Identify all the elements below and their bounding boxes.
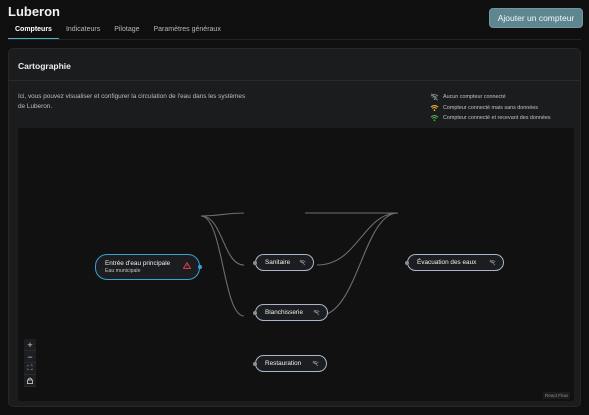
node-restauration[interactable]: Restauration (253, 355, 327, 372)
flow-canvas[interactable]: Entrée d'eau principale Eau municipale S… (18, 128, 574, 401)
lock-button[interactable] (24, 375, 36, 387)
legend-item-no-meter: Aucun compteur connecté (430, 92, 551, 103)
node-input-handle[interactable] (405, 261, 409, 265)
lock-icon (27, 377, 33, 384)
tab-bar: Compteurs Indicateurs Pilotage Paramètre… (8, 24, 228, 39)
tab-compteurs[interactable]: Compteurs (8, 24, 59, 39)
node-blanchisserie[interactable]: Blanchisserie (253, 304, 328, 321)
fit-view-button[interactable]: ⛶ (24, 363, 36, 375)
wifi-off-icon (299, 259, 306, 266)
wifi-off-icon (430, 93, 439, 101)
edge-blanchisserie-evacuation (316, 212, 399, 266)
tab-pilotage[interactable]: Pilotage (107, 24, 146, 39)
card-divider (9, 80, 580, 81)
tab-parametres-generaux[interactable]: Paramètres généraux (147, 24, 228, 39)
edge-main-blanchisserie (200, 215, 245, 266)
node-label: Sanitaire (265, 259, 291, 266)
legend-label: Compteur connecté mais sans données (443, 104, 538, 111)
cartographie-card: Cartographie Ici, vous pouvez visualiser… (8, 48, 581, 407)
warning-triangle-icon (183, 262, 191, 269)
legend-item-no-data: Compteur connecté mais sans données (430, 103, 551, 114)
flow-controls: + − ⛶ (24, 339, 36, 387)
zoom-in-button[interactable]: + (24, 339, 36, 351)
wifi-off-icon (489, 259, 496, 266)
legend-label: Compteur connecté et recevant des donnée… (443, 115, 551, 122)
edge-main-restauration (200, 215, 245, 317)
node-label: Entrée d'eau principale (105, 260, 171, 267)
app-title: Luberon (8, 4, 60, 19)
legend-item-receiving: Compteur connecté et recevant des donnée… (430, 113, 551, 124)
node-sanitaire[interactable]: Sanitaire (253, 254, 314, 271)
react-flow-attribution[interactable]: React Flow (543, 392, 570, 399)
wifi-warning-icon (430, 104, 439, 111)
card-description: Ici, vous pouvez visualiser et configure… (18, 93, 246, 110)
node-input-handle[interactable] (253, 311, 257, 315)
node-label: Blanchisserie (265, 309, 304, 316)
legend: Aucun compteur connecté Compteur connect… (430, 92, 551, 124)
node-sublabel: Eau municipale (105, 268, 141, 274)
wifi-ok-icon (430, 115, 439, 122)
zoom-out-button[interactable]: − (24, 351, 36, 363)
tab-indicateurs[interactable]: Indicateurs (59, 24, 107, 39)
edge-restauration-evacuation (317, 212, 399, 317)
add-meter-button[interactable]: Ajouter un compteur (489, 8, 583, 28)
wifi-off-icon (312, 360, 319, 367)
node-output-handle[interactable] (198, 265, 202, 269)
wifi-off-icon (313, 309, 320, 316)
node-label: Restauration (265, 360, 302, 367)
tabs-divider (8, 39, 581, 40)
node-label: Évacuation des eaux (417, 259, 477, 266)
edge-main-sanitaire (200, 212, 245, 217)
node-entree-eau-principale[interactable]: Entrée d'eau principale Eau municipale (95, 254, 202, 280)
node-evacuation-des-eaux[interactable]: Évacuation des eaux (405, 254, 504, 271)
card-title: Cartographie (18, 61, 71, 71)
node-input-handle[interactable] (253, 362, 257, 366)
legend-label: Aucun compteur connecté (443, 94, 506, 101)
node-input-handle[interactable] (253, 261, 257, 265)
